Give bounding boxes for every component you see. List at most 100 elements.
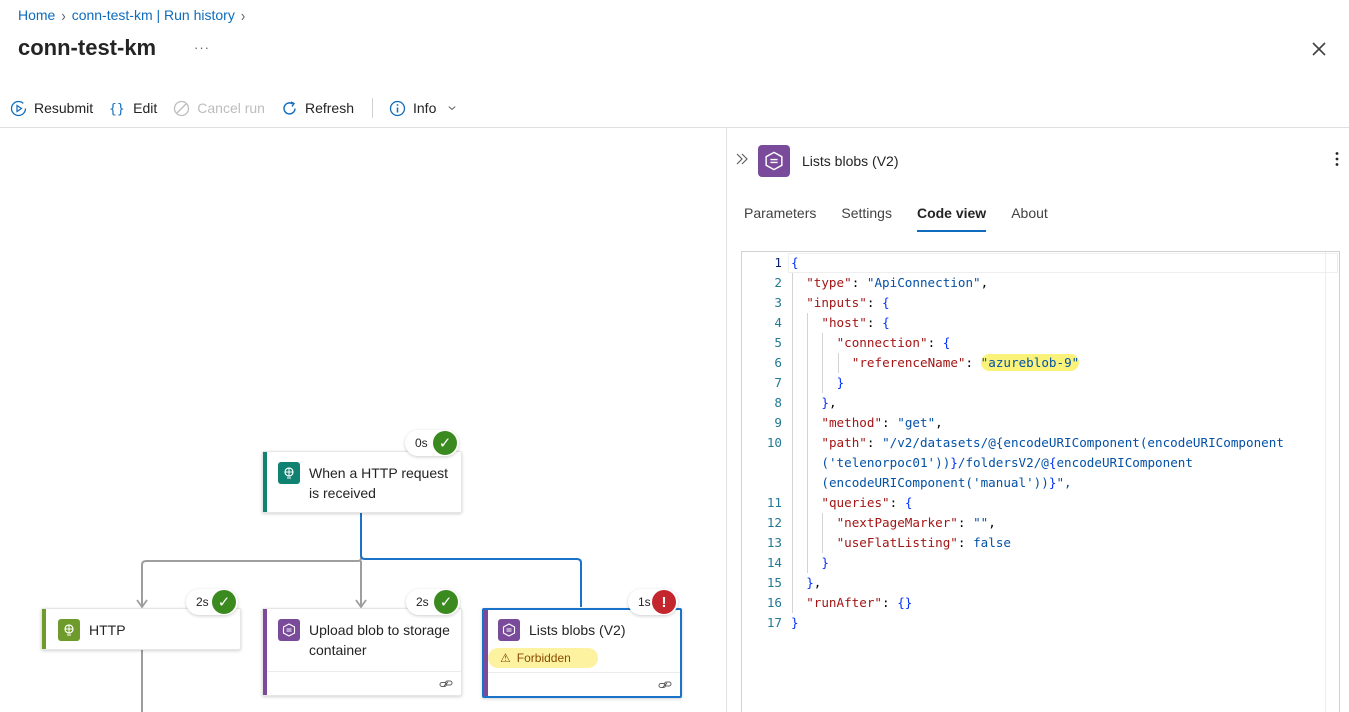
toolbar-divider — [372, 98, 373, 118]
node-accent-bar — [42, 609, 46, 649]
chevron-right-icon: › — [61, 6, 66, 24]
link-icon[interactable] — [658, 678, 672, 692]
code-line: 17} — [742, 613, 1322, 633]
warning-icon: ⚠ — [500, 651, 511, 665]
code-text: "inputs": { — [806, 295, 890, 310]
line-number: 13 — [766, 535, 782, 550]
line-number: 6 — [774, 355, 782, 370]
code-line: 1{ — [742, 253, 1322, 273]
node-footer — [488, 672, 680, 696]
code-line: 7 } — [742, 373, 1322, 393]
close-icon[interactable] — [1308, 38, 1330, 60]
line-number: 4 — [774, 315, 782, 330]
tab-about[interactable]: About — [1011, 205, 1048, 232]
node-accent-bar — [263, 452, 267, 512]
code-text: "type": "ApiConnection", — [806, 275, 989, 290]
resubmit-button[interactable]: Resubmit — [10, 100, 93, 117]
chevron-right-icon: › — [240, 6, 246, 24]
http-request-icon — [278, 462, 300, 484]
cancel-icon — [174, 100, 190, 116]
collapse-panel-icon[interactable] — [735, 152, 749, 166]
code-text: "referenceName": "azureblob-9" — [851, 354, 1080, 371]
code-text: "connection": { — [836, 335, 951, 350]
node-title: container — [309, 642, 367, 658]
edit-button[interactable]: {} Edit — [109, 100, 157, 117]
code-text: } — [836, 375, 845, 390]
checkmark-icon: ✓ — [212, 590, 236, 614]
checkmark-icon: ✓ — [433, 431, 457, 455]
code-line: 10 "path": "/v2/datasets/@{encodeURIComp… — [742, 433, 1322, 453]
azure-blob-icon — [758, 145, 790, 177]
connector-to-list — [360, 512, 582, 607]
code-text: "useFlatListing": false — [836, 535, 1011, 550]
forbidden-warning-badge: ⚠ Forbidden — [488, 648, 598, 668]
duration-label: 0s — [415, 436, 428, 450]
connector-to-http — [141, 512, 362, 606]
breadcrumb-run-history-link[interactable]: conn-test-km | Run history — [72, 7, 235, 23]
designer-canvas[interactable]: When a HTTP request is received 0s ✓ HTT… — [0, 128, 726, 712]
breadcrumb-home-link[interactable]: Home — [18, 7, 55, 23]
resubmit-icon — [10, 100, 27, 116]
duration-label: 2s — [416, 595, 429, 609]
page-title: conn-test-km — [18, 35, 157, 60]
line-number: 9 — [774, 415, 782, 430]
tab-code-view[interactable]: Code view — [916, 205, 987, 232]
code-line: 8 }, — [742, 393, 1322, 413]
node-title: When a HTTP request — [309, 465, 449, 481]
node-footer — [267, 671, 461, 695]
checkmark-icon: ✓ — [434, 590, 458, 614]
code-line: 2 "type": "ApiConnection", — [742, 273, 1322, 293]
info-label: Info — [413, 100, 437, 116]
code-text: "nextPageMarker": "", — [836, 515, 996, 530]
toolbar: Resubmit {} Edit Cancel run Refresh Info — [10, 96, 473, 120]
refresh-label: Refresh — [304, 100, 354, 116]
line-number: 17 — [766, 615, 782, 630]
warning-label: Forbidden — [516, 651, 571, 665]
tab-parameters[interactable]: Parameters — [744, 205, 816, 232]
code-text: "runAfter": {} — [806, 595, 913, 610]
code-line: 12 "nextPageMarker": "", — [742, 513, 1322, 533]
info-icon — [389, 100, 406, 116]
code-text: } — [791, 615, 799, 630]
flow-node-lists-blobs[interactable]: Lists blobs (V2) ⚠ Forbidden — [482, 608, 682, 698]
cancel-run-button[interactable]: Cancel run — [173, 100, 265, 117]
panel-title: Lists blobs (V2) — [802, 153, 899, 169]
node-title: Upload blob to storage — [309, 622, 450, 638]
status-badge: 2s ✓ — [406, 589, 460, 615]
code-line: 9 "method": "get", — [742, 413, 1322, 433]
line-number: 3 — [774, 295, 782, 310]
code-text: "host": { — [821, 315, 890, 330]
breadcrumb: Home › conn-test-km | Run history › — [18, 6, 246, 24]
code-editor[interactable]: 1{2 "type": "ApiConnection", 3 "inputs": … — [741, 251, 1340, 712]
code-line: 6 "referenceName": "azureblob-9" — [742, 353, 1322, 373]
link-icon[interactable] — [439, 677, 453, 691]
node-title: HTTP — [89, 622, 126, 638]
status-badge: 0s ✓ — [405, 430, 459, 456]
chevron-down-icon — [448, 106, 456, 111]
http-globe-icon — [58, 619, 80, 641]
error-icon: ! — [652, 590, 676, 614]
duration-label: 1s — [638, 595, 651, 609]
svg-text:{}: {} — [109, 102, 125, 117]
line-number: 1 — [774, 255, 782, 270]
line-number: 14 — [766, 555, 782, 570]
line-number: 2 — [774, 275, 782, 290]
info-button[interactable]: Info — [389, 100, 457, 117]
more-options-button[interactable]: ··· — [194, 40, 210, 55]
refresh-button[interactable]: Refresh — [281, 100, 354, 117]
code-text: }, — [806, 575, 822, 590]
code-text: "path": "/v2/datasets/@{encodeURICompone… — [821, 435, 1284, 450]
flow-node-upload-blob[interactable]: Upload blob to storage container — [262, 608, 462, 696]
editor-scrollbar[interactable] — [1325, 252, 1339, 712]
line-number: 12 — [766, 515, 782, 530]
code-line: 3 "inputs": { — [742, 293, 1322, 313]
edit-label: Edit — [133, 100, 158, 116]
tab-settings[interactable]: Settings — [841, 205, 892, 232]
code-line: ('telenorpoc01'))}/foldersV2/@{encodeURI… — [742, 453, 1322, 473]
panel-divider[interactable] — [726, 128, 727, 712]
line-number: 5 — [774, 335, 782, 350]
code-line: 13 "useFlatListing": false — [742, 533, 1322, 553]
flow-node-trigger[interactable]: When a HTTP request is received — [262, 451, 462, 513]
more-vertical-icon[interactable] — [1334, 151, 1340, 167]
line-number: 10 — [766, 435, 782, 450]
